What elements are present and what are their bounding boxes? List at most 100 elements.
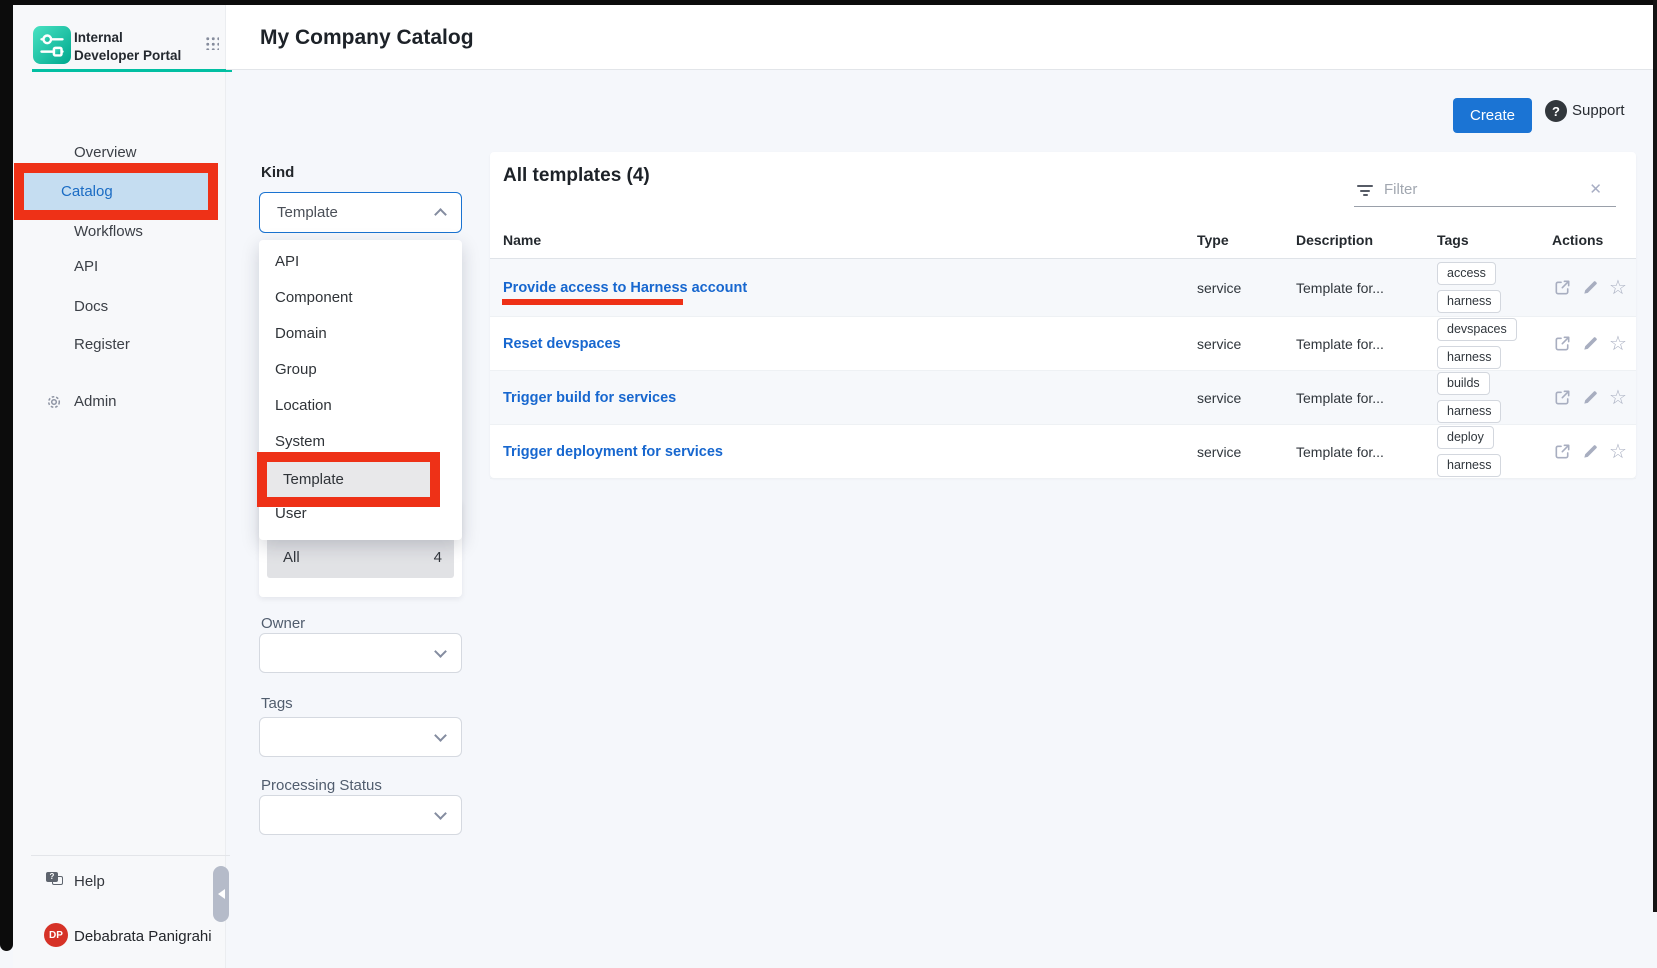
tag-chip[interactable]: deploy — [1437, 426, 1494, 449]
row-name-link[interactable]: Trigger build for services — [503, 390, 676, 406]
kind-filter-label: Kind — [261, 164, 294, 181]
tags-select[interactable] — [259, 717, 462, 757]
tag-chip[interactable]: harness — [1437, 290, 1501, 313]
annotation-box-template-option: Template — [257, 452, 440, 507]
processing-status-select[interactable] — [259, 795, 462, 835]
row-type: service — [1197, 390, 1241, 406]
table-row: Provide access to Harness account servic… — [490, 259, 1636, 317]
sidebar-user[interactable]: DP Debabrata Panigrahi — [13, 921, 226, 949]
row-type: service — [1197, 444, 1241, 460]
open-in-new-icon[interactable] — [1552, 278, 1572, 298]
clear-filter-icon[interactable]: ✕ — [1589, 180, 1602, 198]
sidebar: Internal Developer Portal Search Overvie… — [13, 0, 226, 968]
tag-chip[interactable]: builds — [1437, 372, 1490, 395]
help-label: Help — [74, 873, 105, 890]
avatar: DP — [44, 923, 68, 947]
kind-select-value: Template — [260, 204, 436, 221]
tag-chip[interactable]: harness — [1437, 454, 1501, 477]
open-in-new-icon[interactable] — [1552, 442, 1572, 462]
annotation-box-catalog: Catalog — [14, 163, 218, 220]
table-title: All templates (4) — [503, 165, 650, 187]
row-description: Template for... — [1296, 280, 1384, 296]
sidebar-collapse-handle[interactable] — [213, 866, 229, 922]
templates-table-card: All templates (4) ✕ Name Type Descriptio… — [490, 152, 1636, 478]
screen: Internal Developer Portal Search Overvie… — [0, 0, 1657, 968]
column-header-tags: Tags — [1437, 232, 1469, 248]
tags-filter-label: Tags — [261, 695, 293, 712]
sidebar-divider — [31, 855, 230, 856]
row-name-link[interactable]: Provide access to Harness account — [503, 280, 747, 296]
sidebar-item-register[interactable]: Register — [13, 335, 226, 357]
edit-pencil-icon[interactable] — [1580, 442, 1600, 462]
column-header-actions: Actions — [1552, 232, 1603, 248]
sidebar-item-workflows[interactable]: Workflows — [13, 222, 226, 244]
table-row: Trigger deployment for services service … — [490, 425, 1636, 479]
row-type: service — [1197, 336, 1241, 352]
kind-option-group[interactable]: Group — [259, 352, 462, 388]
sidebar-item-api[interactable]: API — [13, 257, 226, 279]
kind-option-domain[interactable]: Domain — [259, 316, 462, 352]
support-button[interactable]: Support — [1572, 102, 1625, 119]
row-description: Template for... — [1296, 390, 1384, 406]
page-title: My Company Catalog — [260, 26, 474, 50]
annotation-underline — [502, 299, 683, 305]
user-name: Debabrata Panigrahi — [74, 928, 212, 945]
support-question-icon[interactable]: ? — [1545, 100, 1567, 122]
tag-chip[interactable]: harness — [1437, 400, 1501, 423]
frame-top-edge — [0, 0, 1657, 5]
sidebar-item-docs[interactable]: Docs — [13, 297, 226, 319]
row-type: service — [1197, 280, 1241, 296]
table-row: Trigger build for services service Templ… — [490, 371, 1636, 425]
column-header-name: Name — [503, 232, 541, 248]
chevron-down-icon — [434, 807, 447, 820]
facet-all-row[interactable]: All 4 — [267, 536, 454, 578]
chevron-left-icon — [218, 889, 225, 899]
processing-status-filter-label: Processing Status — [261, 777, 382, 794]
app-title: Internal Developer Portal — [74, 29, 188, 64]
chevron-down-icon — [434, 729, 447, 742]
chevron-up-icon — [434, 208, 447, 221]
row-description: Template for... — [1296, 444, 1384, 460]
sidebar-item-overview[interactable]: Overview — [13, 143, 226, 165]
edit-pencil-icon[interactable] — [1580, 388, 1600, 408]
open-in-new-icon[interactable] — [1552, 334, 1572, 354]
edit-pencil-icon[interactable] — [1580, 278, 1600, 298]
edit-pencil-icon[interactable] — [1580, 334, 1600, 354]
row-name-link[interactable]: Reset devspaces — [503, 336, 621, 352]
table-body: Provide access to Harness account servic… — [490, 258, 1636, 479]
filter-funnel-icon — [1356, 185, 1374, 197]
star-icon[interactable]: ☆ — [1608, 278, 1628, 298]
star-icon[interactable]: ☆ — [1608, 334, 1628, 354]
create-button[interactable]: Create — [1453, 98, 1532, 133]
tag-chip[interactable]: access — [1437, 262, 1496, 285]
sidebar-item-admin[interactable]: Admin — [13, 392, 226, 414]
owner-filter-label: Owner — [261, 615, 305, 632]
kind-option-template-highlighted[interactable]: Template — [267, 462, 430, 497]
open-in-new-icon[interactable] — [1552, 388, 1572, 408]
frame-right-edge — [1653, 0, 1657, 912]
kind-option-component[interactable]: Component — [259, 280, 462, 316]
row-name-link[interactable]: Trigger deployment for services — [503, 444, 723, 460]
row-description: Template for... — [1296, 336, 1384, 352]
tag-chip[interactable]: harness — [1437, 346, 1501, 369]
star-icon[interactable]: ☆ — [1608, 442, 1628, 462]
sidebar-item-help[interactable]: ? Help — [13, 870, 226, 894]
waffle-menu-icon[interactable] — [205, 36, 219, 50]
admin-label: Admin — [74, 393, 117, 410]
filter-input[interactable] — [1382, 180, 1589, 199]
kind-option-location[interactable]: Location — [259, 388, 462, 424]
table-row: Reset devspaces service Template for... … — [490, 317, 1636, 371]
owner-select[interactable] — [259, 633, 462, 673]
column-header-description: Description — [1296, 232, 1373, 248]
frame-left-edge — [0, 0, 13, 951]
facet-all-count: 4 — [434, 549, 454, 566]
column-header-type: Type — [1197, 232, 1229, 248]
app-logo-icon — [33, 26, 71, 64]
kind-select[interactable]: Template — [259, 192, 462, 233]
gear-icon — [46, 394, 62, 415]
star-icon[interactable]: ☆ — [1608, 388, 1628, 408]
sidebar-item-search[interactable]: Search — [13, 99, 226, 121]
sidebar-item-catalog[interactable]: Catalog — [24, 173, 208, 210]
tag-chip[interactable]: devspaces — [1437, 318, 1517, 341]
kind-option-api[interactable]: API — [259, 244, 462, 280]
